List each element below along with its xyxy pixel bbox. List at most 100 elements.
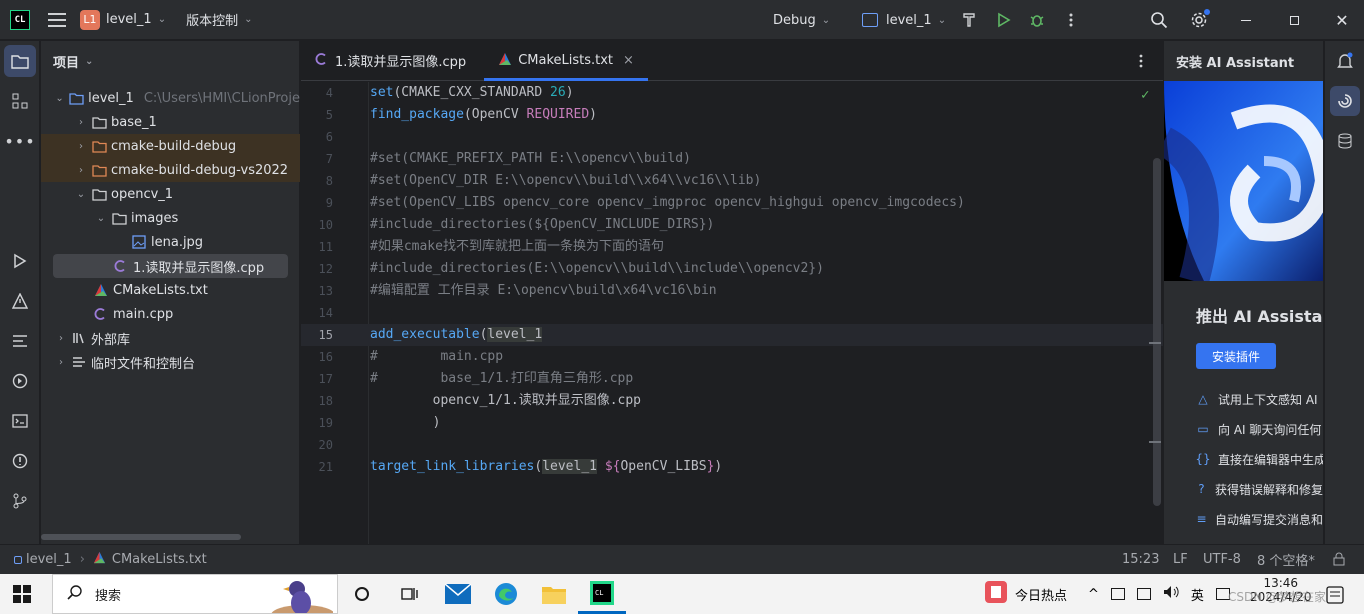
- no-problems-check-icon[interactable]: ✓: [1141, 87, 1149, 103]
- ai-assistant-panel: 安装 AI Assistant 推出 AI Assistant 安装插件 △试用…: [1163, 41, 1323, 544]
- tray-app-icon[interactable]: [1110, 588, 1125, 600]
- chevron-right-icon[interactable]: ›: [75, 141, 87, 152]
- project-name[interactable]: level_1: [106, 12, 152, 27]
- problems-triangle-icon[interactable]: [0, 281, 40, 321]
- tree-item-scratches[interactable]: › 临时文件和控制台: [41, 350, 300, 374]
- chevron-down-icon[interactable]: ⌄: [75, 189, 87, 200]
- chevron-right-icon[interactable]: ›: [55, 333, 67, 344]
- tab-cmakelists[interactable]: CMakeLists.txt ×: [484, 41, 648, 81]
- tree-item-main-cpp[interactable]: main.cpp: [41, 302, 300, 326]
- code-editor[interactable]: 4 set(CMAKE_CXX_STANDARD 26) 5 find_pack…: [301, 82, 1163, 544]
- tree-item-level_1[interactable]: ⌄ level_1 C:\Users\HMI\CLionProje: [41, 86, 300, 110]
- mail-app-icon[interactable]: [434, 574, 482, 614]
- tree-item-cmake-build-debug-vs2022[interactable]: › cmake-build-debug-vs2022: [41, 158, 300, 182]
- file-explorer-icon[interactable]: [530, 574, 578, 614]
- folder-excluded-icon: [91, 138, 107, 154]
- code-line: 16 # main.cpp: [318, 349, 504, 364]
- news-widget-icon[interactable]: [985, 581, 1007, 607]
- code-line: 8 #set(OpenCV_DIR E:\\opencv\\build\\x64\…: [325, 173, 762, 188]
- target-selector[interactable]: level_1: [886, 13, 932, 28]
- main-menu-icon[interactable]: [48, 12, 66, 27]
- terminal-icon[interactable]: [0, 401, 40, 441]
- run-icon[interactable]: [989, 6, 1017, 34]
- services-icon[interactable]: [0, 361, 40, 401]
- tree-item-cmakelists[interactable]: CMakeLists.txt: [41, 278, 300, 302]
- edge-browser-icon[interactable]: [482, 574, 530, 614]
- more-vertical-icon[interactable]: [1057, 6, 1085, 34]
- clion-taskbar-icon[interactable]: CL: [578, 574, 626, 614]
- tree-item-cmake-build-debug[interactable]: › cmake-build-debug: [41, 134, 300, 158]
- cpp-file-icon: [315, 52, 329, 70]
- structure-icon[interactable]: [0, 81, 40, 121]
- database-icon[interactable]: [1325, 121, 1364, 161]
- notification-center-icon[interactable]: [1326, 586, 1344, 608]
- task-view-icon[interactable]: [386, 574, 434, 614]
- lock-icon[interactable]: [1333, 552, 1345, 570]
- caret-position[interactable]: 15:23: [1122, 552, 1159, 567]
- line-separator[interactable]: LF: [1173, 552, 1188, 567]
- more-horizontal-icon[interactable]: •••: [0, 121, 40, 161]
- notifications-bell-icon[interactable]: [1325, 41, 1364, 81]
- tree-item-base_1[interactable]: › base_1: [41, 110, 300, 134]
- search-icon[interactable]: [1145, 6, 1173, 34]
- breadcrumb-file[interactable]: CMakeLists.txt: [112, 552, 207, 567]
- cortana-circle-icon[interactable]: [338, 574, 386, 614]
- close-window-icon[interactable]: ✕: [1328, 6, 1356, 34]
- taskbar-search-box[interactable]: 搜索: [52, 574, 338, 614]
- chevron-down-icon[interactable]: ⌄: [95, 213, 107, 224]
- tab-cpp-file[interactable]: 1.读取并显示图像.cpp: [301, 41, 480, 81]
- close-tab-icon[interactable]: ×: [623, 53, 634, 68]
- cmake-file-icon: [93, 282, 109, 298]
- code-line: 9 #set(OpenCV_LIBS opencv_core opencv_img…: [325, 195, 965, 210]
- breadcrumb-project[interactable]: level_1: [26, 552, 72, 567]
- tree-item-path-hint: C:\Users\HMI\CLionProje: [143, 90, 300, 106]
- module-icon: [14, 555, 22, 564]
- indent-setting[interactable]: 8 个空格*: [1257, 550, 1315, 569]
- restore-icon[interactable]: [1280, 6, 1308, 34]
- volume-icon[interactable]: [1163, 585, 1179, 603]
- cpp-file-icon: [113, 258, 129, 274]
- run-config-selector[interactable]: Debug: [773, 13, 816, 28]
- tree-item-lena-jpg[interactable]: lena.jpg: [41, 230, 300, 254]
- chevron-right-icon[interactable]: ›: [75, 117, 87, 128]
- tree-item-images[interactable]: ⌄ images: [41, 206, 300, 230]
- search-placeholder: 搜索: [95, 588, 122, 604]
- cmake-file-icon: [498, 52, 512, 70]
- vertical-scrollbar[interactable]: [1153, 158, 1161, 506]
- project-panel-header[interactable]: 项目 ⌄: [41, 41, 299, 81]
- horizontal-scrollbar[interactable]: [41, 534, 241, 540]
- editor-tab-bar: 1.读取并显示图像.cpp CMakeLists.txt ×: [301, 41, 1163, 81]
- tab-label: 1.读取并显示图像.cpp: [335, 55, 467, 70]
- tree-item-cpp-selected[interactable]: 1.读取并显示图像.cpp: [41, 254, 300, 278]
- network-icon[interactable]: [1136, 588, 1151, 600]
- ime-indicator[interactable]: 英: [1191, 585, 1204, 604]
- git-branch-icon[interactable]: [0, 481, 40, 521]
- settings-gear-icon[interactable]: [1185, 6, 1213, 34]
- file-encoding[interactable]: UTF-8: [1203, 552, 1241, 567]
- chevron-right-icon[interactable]: ›: [55, 357, 67, 368]
- tree-item-label: 临时文件和控制台: [91, 356, 196, 372]
- todo-list-icon[interactable]: [0, 321, 40, 361]
- windows-start-icon[interactable]: [0, 574, 44, 614]
- minimize-icon[interactable]: [1232, 6, 1260, 34]
- update-dot: [1204, 9, 1210, 15]
- chevron-right-icon[interactable]: ›: [75, 165, 87, 176]
- code-line: 14: [318, 306, 333, 320]
- chevron-down-icon[interactable]: ⌄: [54, 93, 65, 104]
- tab-options-icon[interactable]: [1139, 54, 1143, 72]
- project-badge[interactable]: L1: [80, 9, 100, 30]
- install-plugin-button[interactable]: 安装插件: [1196, 343, 1276, 369]
- code-line: 18 opencv_1/1.读取并显示图像.cpp: [318, 393, 642, 408]
- run-tool-icon[interactable]: [0, 241, 40, 281]
- tree-item-label: images: [131, 210, 179, 226]
- tray-chevron-up-icon[interactable]: ^: [1088, 587, 1099, 602]
- tree-item-external-libraries[interactable]: › 外部库: [41, 326, 300, 350]
- debug-bug-icon[interactable]: [1023, 6, 1051, 34]
- project-folder-icon[interactable]: [4, 45, 36, 77]
- news-widget-label[interactable]: 今日热点: [1015, 585, 1067, 604]
- tree-item-opencv_1[interactable]: ⌄ opencv_1: [41, 182, 300, 206]
- ai-assistant-spiral-icon[interactable]: [1330, 86, 1360, 116]
- info-circle-icon[interactable]: [0, 441, 40, 481]
- vcs-menu[interactable]: 版本控制: [186, 10, 238, 29]
- build-hammer-icon[interactable]: [955, 6, 983, 34]
